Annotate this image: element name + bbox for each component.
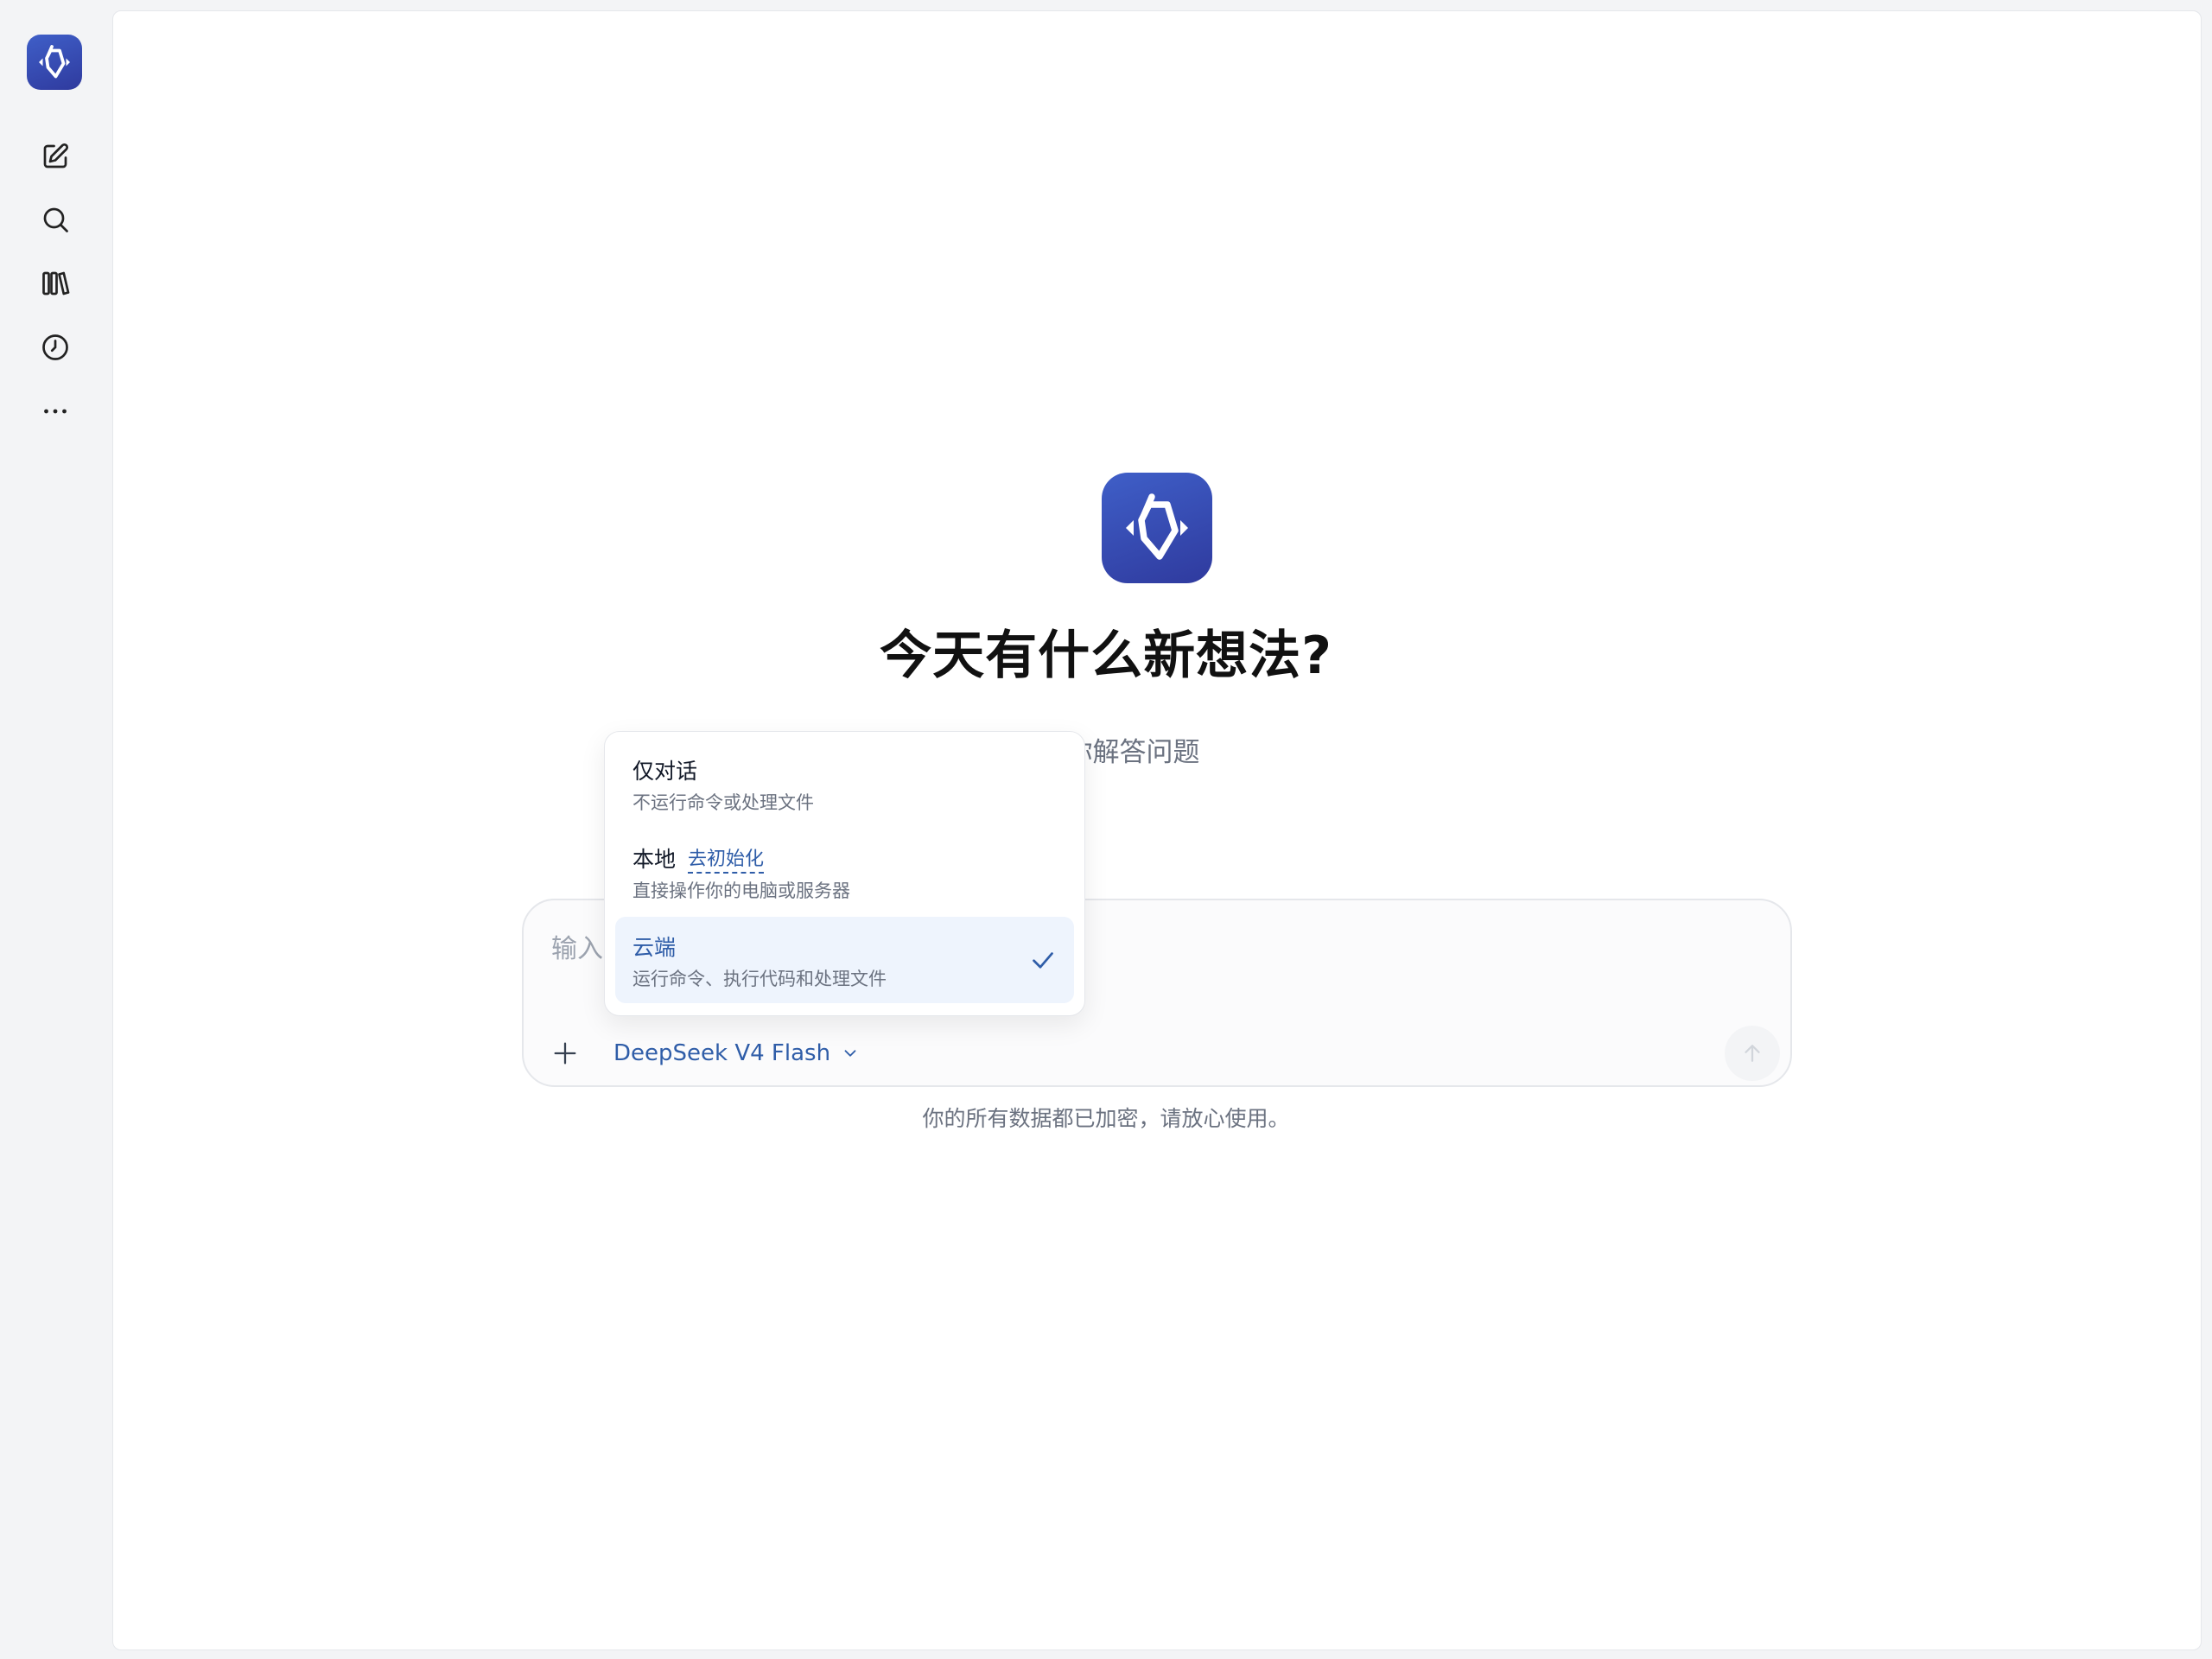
mode-item-cloud[interactable]: 云端 运行命令、执行代码和处理文件 (615, 917, 1074, 1003)
mode-description: 不运行命令或处理文件 (632, 792, 814, 813)
main-panel (112, 10, 2202, 1650)
app-logo-mark-icon (1126, 493, 1188, 560)
mode-description: 运行命令、执行代码和处理文件 (632, 969, 887, 989)
new-chat-button[interactable] (35, 136, 76, 177)
model-selector[interactable]: DeepSeek V4 Flash (613, 1034, 860, 1072)
library-button[interactable] (35, 263, 76, 304)
plus-icon (554, 1042, 576, 1065)
arrow-up-icon (1745, 1045, 1760, 1062)
mode-title: 本地 (632, 847, 677, 872)
mode-title: 仅对话 (632, 759, 698, 784)
more-icon (44, 409, 67, 414)
sidebar (0, 0, 112, 1659)
mode-title: 云端 (632, 935, 677, 960)
send-button[interactable] (1725, 1026, 1780, 1081)
app-logo-mark-icon (39, 45, 70, 79)
attach-button[interactable] (546, 1034, 584, 1072)
initialize-link[interactable]: 去初始化 (688, 843, 765, 874)
search-button[interactable] (35, 199, 76, 240)
mode-item-local[interactable]: 本地 去初始化 直接操作你的电脑或服务器 (615, 829, 1074, 915)
page-title: 今天有什么新想法? (880, 626, 1332, 686)
more-button[interactable] (35, 391, 76, 432)
mode-description: 直接操作你的电脑或服务器 (632, 880, 850, 901)
history-button[interactable] (35, 327, 76, 368)
mode-item-chat-only[interactable]: 仅对话 不运行命令或处理文件 (615, 741, 1074, 827)
hero-logo (1102, 473, 1212, 583)
model-label: DeepSeek V4 Flash (613, 1040, 831, 1066)
mode-menu: 仅对话 不运行命令或处理文件 本地 去初始化 直接操作你的电脑或服务器 云端 运… (604, 731, 1085, 1016)
edit-icon (43, 143, 69, 168)
check-icon (1033, 952, 1053, 969)
chevron-down-icon (844, 1050, 856, 1057)
app-logo[interactable] (27, 35, 82, 90)
search-icon (43, 207, 68, 232)
clock-icon (42, 334, 68, 360)
privacy-note: 你的所有数据都已加密，请放心使用。 (922, 1106, 1290, 1131)
library-icon (42, 271, 70, 296)
